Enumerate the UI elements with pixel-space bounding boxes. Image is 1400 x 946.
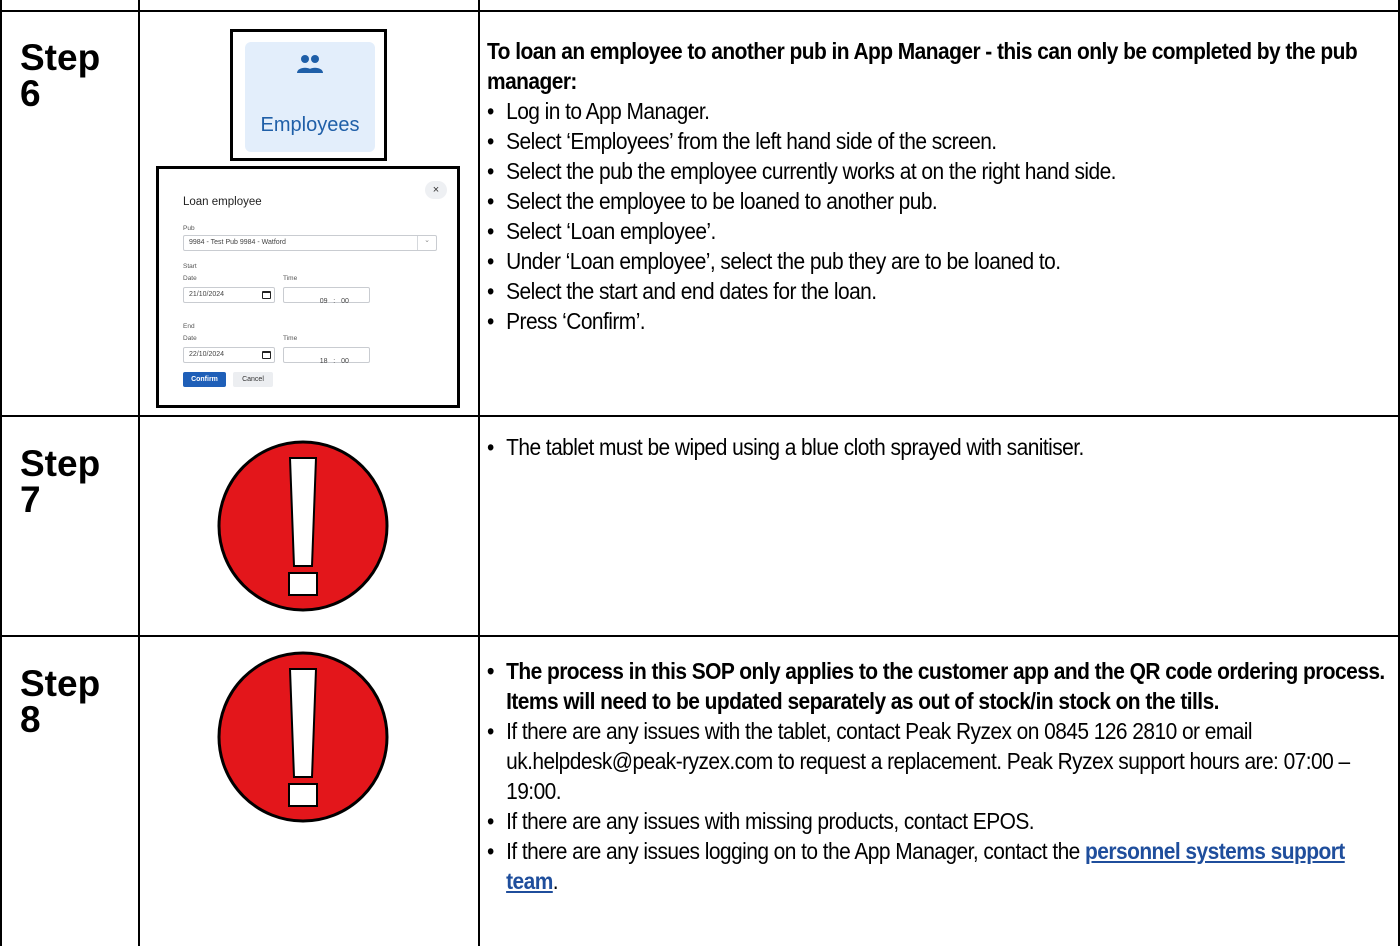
step-label: Step 7: [20, 443, 101, 520]
step-7-instructions: The tablet must be wiped using a blue cl…: [487, 432, 1392, 462]
exclamation-warning-icon: [217, 651, 389, 823]
close-icon[interactable]: ×: [425, 181, 447, 199]
end-time-field[interactable]: 18 : 00: [283, 347, 370, 365]
step-label: Step 6: [20, 37, 101, 114]
start-time-field[interactable]: 09 : 00: [283, 287, 370, 305]
calendar-icon[interactable]: [262, 351, 271, 359]
list-item: Under ‘Loan employee’, select the pub th…: [487, 246, 1392, 276]
list-item: If there are any issues with the tablet,…: [487, 716, 1392, 806]
list-item-bold: The process in this SOP only applies to …: [487, 656, 1392, 716]
step-6-instructions: To loan an employee to another pub in Ap…: [487, 36, 1392, 336]
list-item: Select the pub the employee currently wo…: [487, 156, 1392, 186]
list-item: Select ‘Employees’ from the left hand si…: [487, 126, 1392, 156]
sop-table: Step 6 Employees Loan employee × Pub 998…: [0, 0, 1400, 946]
end-date-field[interactable]: 22/10/2024: [183, 347, 275, 363]
start-time-label: Time: [283, 275, 298, 282]
chevron-down-icon: ⌄: [417, 236, 436, 250]
column-divider: [478, 0, 480, 946]
confirm-button[interactable]: Confirm: [183, 372, 226, 387]
people-icon: [297, 55, 323, 73]
list-item: Select the start and end dates for the l…: [487, 276, 1392, 306]
end-date-value: 22/10/2024: [189, 351, 225, 358]
list-item: If there are any issues with missing pro…: [487, 806, 1392, 836]
list-item: Press ‘Confirm’.: [487, 306, 1392, 336]
list-item-suffix: .: [552, 868, 559, 894]
step-label: Step 8: [20, 663, 101, 740]
start-time-value: 09 : 00: [319, 298, 349, 305]
row-divider: [0, 635, 1400, 637]
list-item: If there are any issues logging on to th…: [487, 836, 1392, 896]
start-date-value: 21/10/2024: [189, 291, 225, 298]
start-date-field[interactable]: 21/10/2024: [183, 287, 275, 303]
start-label: Start: [183, 263, 197, 270]
table-border-left: [0, 0, 2, 946]
list-item-text: If there are any issues logging on to th…: [506, 838, 1086, 864]
pub-select[interactable]: 9984 - Test Pub 9984 - Watford ⌄: [183, 235, 437, 251]
list-item: The tablet must be wiped using a blue cl…: [487, 432, 1392, 462]
end-time-label: Time: [283, 335, 298, 342]
exclamation-warning-icon: [217, 440, 389, 612]
loan-employee-dialog-screenshot: Loan employee × Pub 9984 - Test Pub 9984…: [156, 166, 460, 408]
employees-tile: Employees: [245, 42, 375, 152]
step-8-instructions: The process in this SOP only applies to …: [487, 656, 1392, 896]
calendar-icon[interactable]: [262, 291, 271, 299]
column-divider: [138, 0, 140, 946]
step-6-heading: To loan an employee to another pub in Ap…: [487, 38, 1358, 94]
start-date-label: Date: [183, 275, 197, 282]
list-item: Log in to App Manager.: [487, 96, 1392, 126]
dialog-title: Loan employee: [183, 196, 262, 208]
end-time-value: 18 : 00: [319, 358, 349, 365]
employees-label: Employees: [260, 114, 360, 136]
row-divider: [0, 415, 1400, 417]
list-item: Select the employee to be loaned to anot…: [487, 186, 1392, 216]
pub-label: Pub: [183, 225, 195, 232]
list-item: Select ‘Loan employee’.: [487, 216, 1392, 246]
loan-employee-dialog: Loan employee × Pub 9984 - Test Pub 9984…: [159, 169, 457, 405]
pub-select-value: 9984 - Test Pub 9984 - Watford: [189, 239, 286, 246]
table-border-top: [0, 10, 1400, 12]
employees-tile-screenshot: Employees: [230, 29, 387, 161]
cancel-button[interactable]: Cancel: [233, 372, 273, 387]
end-date-label: Date: [183, 335, 197, 342]
end-label: End: [183, 323, 195, 330]
